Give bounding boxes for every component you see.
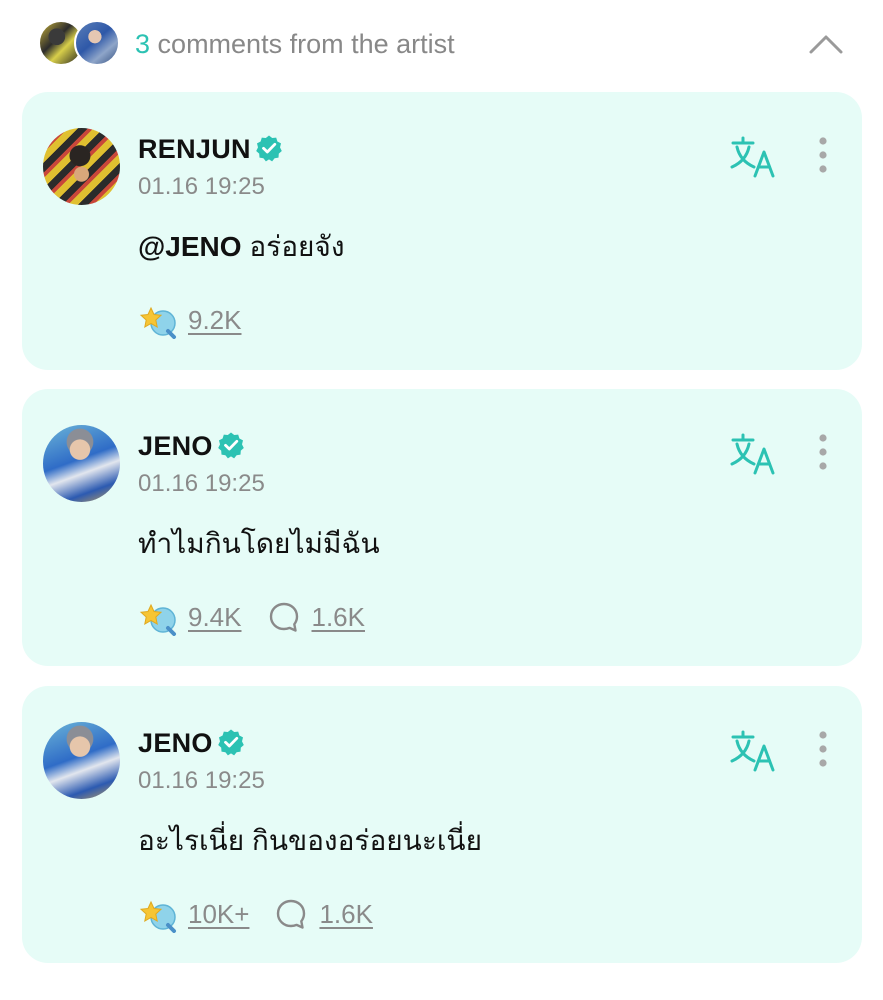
comment-stats: 9.2K — [138, 300, 242, 340]
comment-bubble-icon[interactable] — [268, 601, 300, 633]
comment-card: RENJUN 01.16 19:25 @JENO อร่อยจัง 9.2K — [22, 92, 862, 370]
comment-timestamp: 01.16 19:25 — [138, 470, 265, 497]
comment-text: อะไรเนี่ย กินของอร่อยนะเนี่ย — [138, 823, 482, 859]
mention-link[interactable]: @JENO — [138, 231, 242, 262]
translate-icon[interactable] — [730, 433, 776, 475]
more-vertical-icon[interactable] — [812, 136, 834, 174]
comment-text: ทำไมกินโดยไม่มีฉัน — [138, 526, 380, 562]
verified-badge-icon — [216, 728, 245, 757]
verified-badge-icon — [216, 431, 245, 460]
more-vertical-icon[interactable] — [812, 433, 834, 471]
like-count[interactable]: 9.4K — [188, 602, 242, 633]
reply-count[interactable]: 1.6K — [319, 899, 373, 930]
author-name: JENO — [138, 431, 213, 461]
comment-count-number: 3 — [135, 29, 151, 59]
translate-icon[interactable] — [730, 136, 776, 178]
verified-badge-icon — [254, 134, 283, 163]
comment-author[interactable]: RENJUN — [138, 132, 283, 166]
sticker-like-icon[interactable] — [138, 598, 178, 636]
artist-comments-count: 3 comments from the artist — [135, 26, 455, 62]
comment-author[interactable]: JENO — [138, 726, 245, 760]
comment-card: JENO 01.16 19:25 อะไรเนี่ย กินของอร่อยนะ… — [22, 686, 862, 963]
like-count[interactable]: 10K+ — [188, 899, 249, 930]
comment-message: อร่อยจัง — [241, 231, 345, 262]
avatar — [74, 20, 120, 66]
comment-message: อะไรเนี่ย กินของอร่อยนะเนี่ย — [138, 825, 482, 856]
reply-count[interactable]: 1.6K — [312, 602, 366, 633]
comment-count-label: comments from the artist — [157, 29, 455, 59]
comment-card: JENO 01.16 19:25 ทำไมกินโดยไม่มีฉัน 9.4K… — [22, 389, 862, 666]
translate-icon[interactable] — [730, 730, 776, 772]
comment-message: ทำไมกินโดยไม่มีฉัน — [138, 528, 380, 559]
chevron-up-icon[interactable] — [806, 26, 846, 62]
sticker-like-icon[interactable] — [138, 895, 178, 933]
comment-text: @JENO อร่อยจัง — [138, 229, 345, 265]
comment-stats: 10K+ 1.6K — [138, 894, 373, 934]
sticker-like-icon[interactable] — [138, 301, 178, 339]
comment-stats: 9.4K 1.6K — [138, 597, 365, 637]
comment-author[interactable]: JENO — [138, 429, 245, 463]
artist-avatar-stack — [38, 20, 128, 68]
author-name: RENJUN — [138, 134, 251, 164]
comment-timestamp: 01.16 19:25 — [138, 173, 265, 200]
avatar[interactable] — [43, 722, 120, 799]
more-vertical-icon[interactable] — [812, 730, 834, 768]
like-count[interactable]: 9.2K — [188, 305, 242, 336]
comment-timestamp: 01.16 19:25 — [138, 767, 265, 794]
comment-bubble-icon[interactable] — [275, 898, 307, 930]
avatar[interactable] — [43, 425, 120, 502]
artist-comments-header[interactable]: 3 comments from the artist — [0, 0, 883, 88]
author-name: JENO — [138, 728, 213, 758]
avatar[interactable] — [43, 128, 120, 205]
